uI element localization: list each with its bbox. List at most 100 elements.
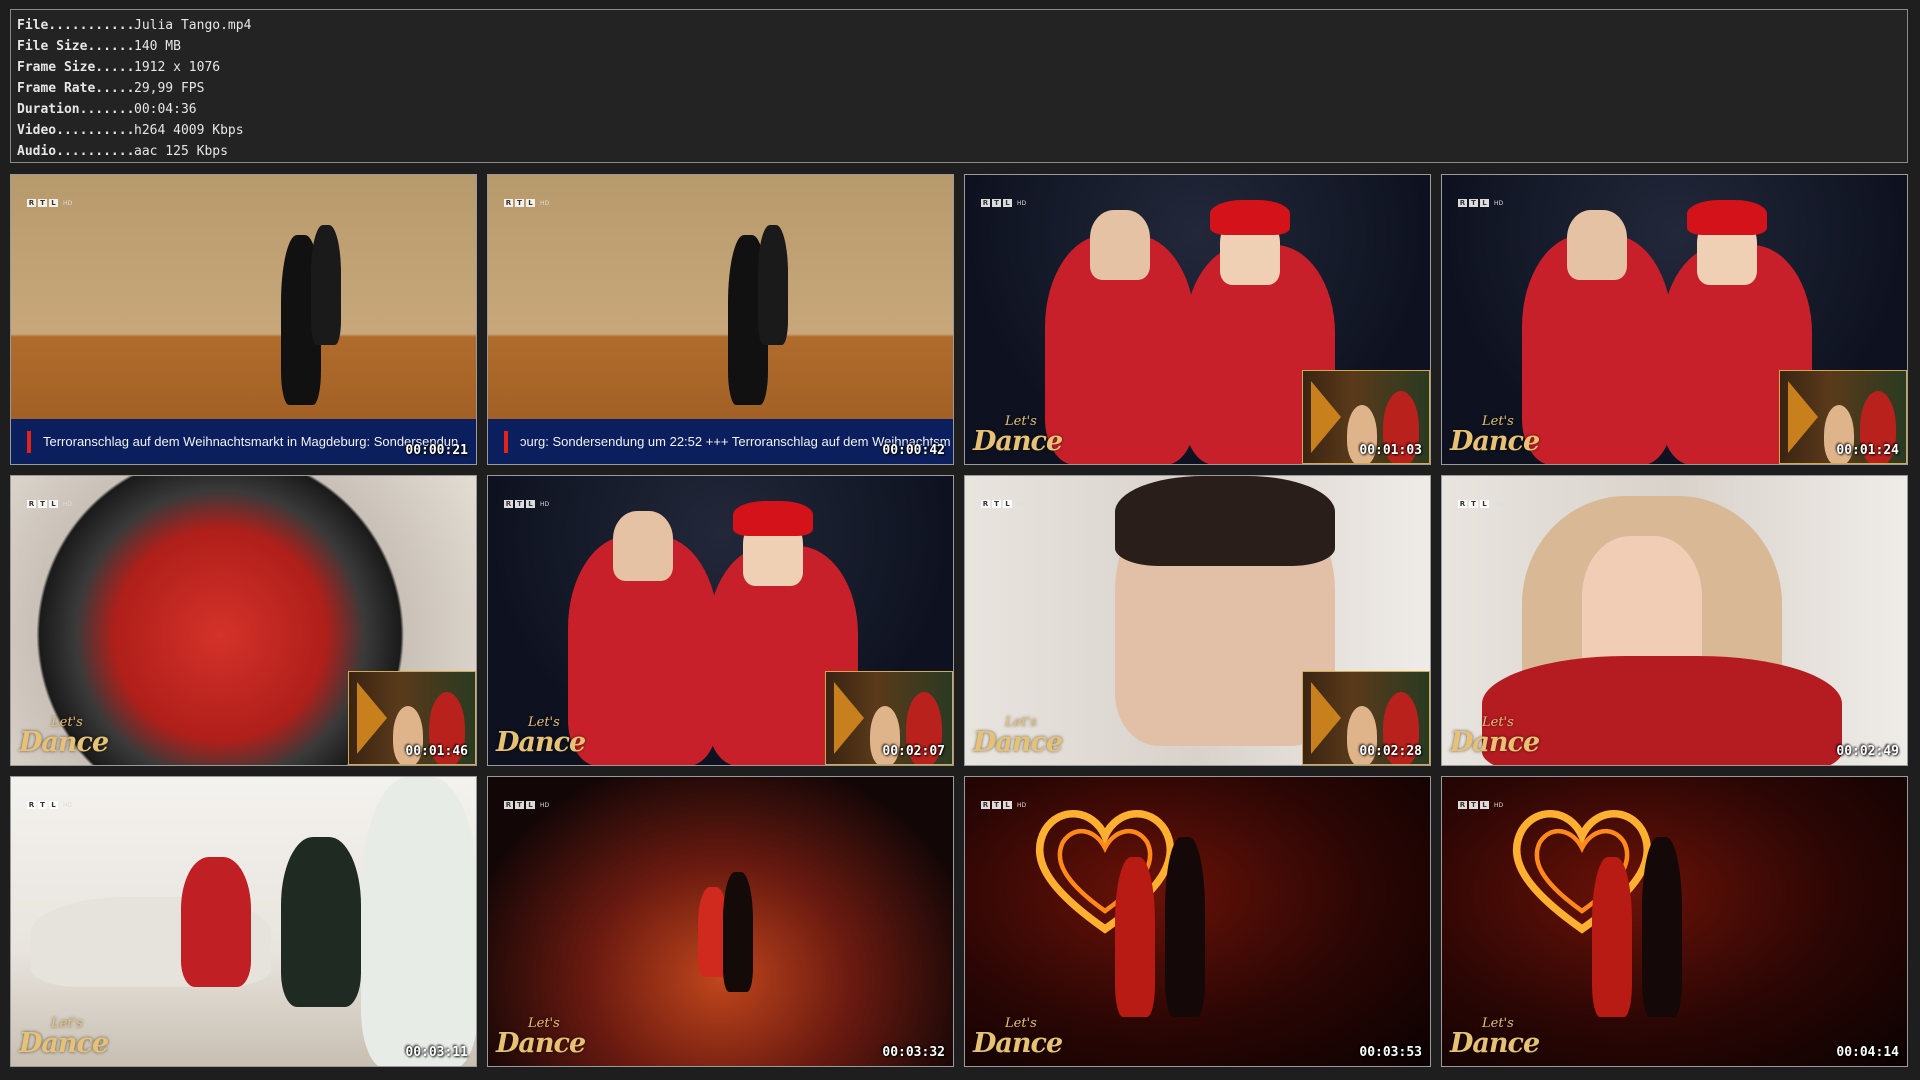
santa-hat-figure <box>1210 200 1290 235</box>
video-thumbnail: R T L HD Terroranschlag auf dem Weihnachtsma… <box>10 174 477 465</box>
logo-line-2: Dance <box>973 727 1063 758</box>
rtl-logo-letter: R <box>1458 801 1467 809</box>
thumbnail-timestamp: 00:03:11 <box>405 1045 468 1060</box>
lets-dance-logo: Let's Dance <box>494 1016 586 1060</box>
rtl-logo-letter: R <box>981 801 990 809</box>
file-info-panel: File........... Julia Tango.mp4 File Size… <box>10 9 1908 163</box>
video-thumbnail: R T L HD Let's Dance 00:02:49 <box>1441 475 1908 766</box>
video-thumbnail: R T L HD Let's Dance 00:03:32 <box>487 776 954 1067</box>
info-value: h264 4009 Kbps <box>134 123 244 138</box>
thumbnail-timestamp: 00:02:07 <box>882 744 945 759</box>
info-key: File........... <box>17 18 135 33</box>
rtl-channel-logo: R T L HD <box>27 500 72 508</box>
info-row-file: File........... Julia Tango.mp4 <box>17 15 1907 36</box>
lets-dance-logo: Let's Dance <box>971 414 1063 458</box>
info-value: 00:04:36 <box>134 102 197 117</box>
video-thumbnail: R T L HD Let's Dance 00:02:07 <box>487 475 954 766</box>
rtl-logo-letter: T <box>1469 801 1478 809</box>
lets-dance-logo: Let's Dance <box>1448 715 1540 759</box>
rtl-logo-suffix: HD <box>63 199 73 207</box>
chevron-graphic <box>1788 381 1818 453</box>
dancer-figure <box>723 872 753 992</box>
dancer-figure <box>311 225 341 345</box>
rtl-logo-letter: T <box>1469 199 1478 207</box>
rtl-logo-letter: L <box>49 199 58 207</box>
info-row-frame-rate: Frame Rate..... 29,99 FPS <box>17 78 1907 99</box>
chevron-graphic <box>1311 682 1341 754</box>
info-value: aac 125 Kbps <box>134 144 228 159</box>
hair-figure <box>1115 476 1335 566</box>
logo-line-2: Dance <box>1450 727 1540 758</box>
video-thumbnail: R T L HD Let's Dance 00:03:53 <box>964 776 1431 1067</box>
info-value: Julia Tango.mp4 <box>134 18 252 33</box>
info-row-audio: Audio.......... aac 125 Kbps <box>17 141 1907 162</box>
dancer-figure <box>1165 837 1205 1017</box>
video-thumbnail: R T L HD Let's Dance 00:01:03 <box>964 174 1431 465</box>
chevron-graphic <box>1311 381 1341 453</box>
lets-dance-logo: Let's Dance <box>1448 414 1540 458</box>
rtl-logo-letter: L <box>526 500 535 508</box>
rtl-channel-logo: R T L HD <box>981 500 1026 508</box>
rtl-logo-letter: L <box>1003 199 1012 207</box>
rtl-logo-letter: L <box>1003 801 1012 809</box>
info-row-video: Video.......... h264 4009 Kbps <box>17 120 1907 141</box>
thumbnail-timestamp: 00:01:24 <box>1836 443 1899 458</box>
rtl-logo-letter: T <box>992 500 1001 508</box>
rtl-logo-suffix: HD <box>63 500 73 508</box>
rtl-logo-letter: T <box>515 500 524 508</box>
info-key: File Size...... <box>17 39 135 54</box>
rtl-logo-suffix: HD <box>1017 199 1027 207</box>
rtl-logo-letter: L <box>526 801 535 809</box>
rtl-logo-letter: R <box>1458 199 1467 207</box>
video-thumbnail: R T L HD Let's Dance 00:03:11 <box>10 776 477 1067</box>
rtl-logo-letter: L <box>1480 199 1489 207</box>
rtl-channel-logo: R T L HD <box>27 199 72 207</box>
lets-dance-logo: Let's Dance <box>17 1016 109 1060</box>
lets-dance-logo: Let's Dance <box>971 715 1063 759</box>
logo-line-2: Dance <box>496 1028 586 1059</box>
info-value: 140 MB <box>134 39 181 54</box>
rtl-logo-letter: L <box>49 500 58 508</box>
rtl-logo-letter: T <box>1469 500 1478 508</box>
dancer-figure <box>1115 857 1155 1017</box>
video-thumbnail: R T L HD Let's Dance 00:04:14 <box>1441 776 1908 1067</box>
rtl-logo-letter: T <box>38 199 47 207</box>
woman-figure <box>181 857 251 987</box>
rtl-logo-suffix: HD <box>540 801 550 809</box>
man-figure <box>281 837 361 1007</box>
face-figure <box>1567 210 1627 280</box>
rtl-channel-logo: R T L HD <box>504 500 549 508</box>
rtl-channel-logo: R T L HD <box>504 801 549 809</box>
rtl-logo-letter: R <box>981 500 990 508</box>
santa-hat-figure <box>1687 200 1767 235</box>
info-row-file-size: File Size...... 140 MB <box>17 36 1907 57</box>
rtl-channel-logo: R T L HD <box>1458 500 1503 508</box>
face-figure <box>1090 210 1150 280</box>
logo-line-2: Dance <box>19 1028 109 1059</box>
rtl-logo-suffix: HD <box>1017 801 1027 809</box>
rtl-logo-letter: R <box>504 199 513 207</box>
rtl-logo-suffix: HD <box>1017 500 1027 508</box>
logo-line-2: Dance <box>973 426 1063 457</box>
rtl-logo-letter: R <box>504 801 513 809</box>
rtl-logo-letter: R <box>981 199 990 207</box>
info-value: 29,99 FPS <box>134 81 205 96</box>
video-thumbnail: R T L HD Let's Dance 00:01:46 <box>10 475 477 766</box>
rtl-logo-letter: R <box>27 801 36 809</box>
logo-line-2: Dance <box>973 1028 1063 1059</box>
thumbnail-timestamp: 00:03:53 <box>1359 1045 1422 1060</box>
rtl-logo-letter: T <box>515 199 524 207</box>
logo-line-2: Dance <box>1450 426 1540 457</box>
info-key: Duration....... <box>17 102 135 117</box>
video-thumbnail: R T L HD Let's Dance 00:02:28 <box>964 475 1431 766</box>
rtl-logo-letter: T <box>992 801 1001 809</box>
logo-line-2: Dance <box>1450 1028 1540 1059</box>
info-key: Video.......... <box>17 123 135 138</box>
rtl-logo-letter: R <box>1458 500 1467 508</box>
rtl-logo-suffix: HD <box>63 801 73 809</box>
info-key: Frame Size..... <box>17 60 135 75</box>
lets-dance-logo: Let's Dance <box>971 1016 1063 1060</box>
thumbnail-timestamp: 00:00:21 <box>405 443 468 458</box>
thumbnail-timestamp: 00:01:03 <box>1359 443 1422 458</box>
rtl-logo-letter: R <box>27 199 36 207</box>
